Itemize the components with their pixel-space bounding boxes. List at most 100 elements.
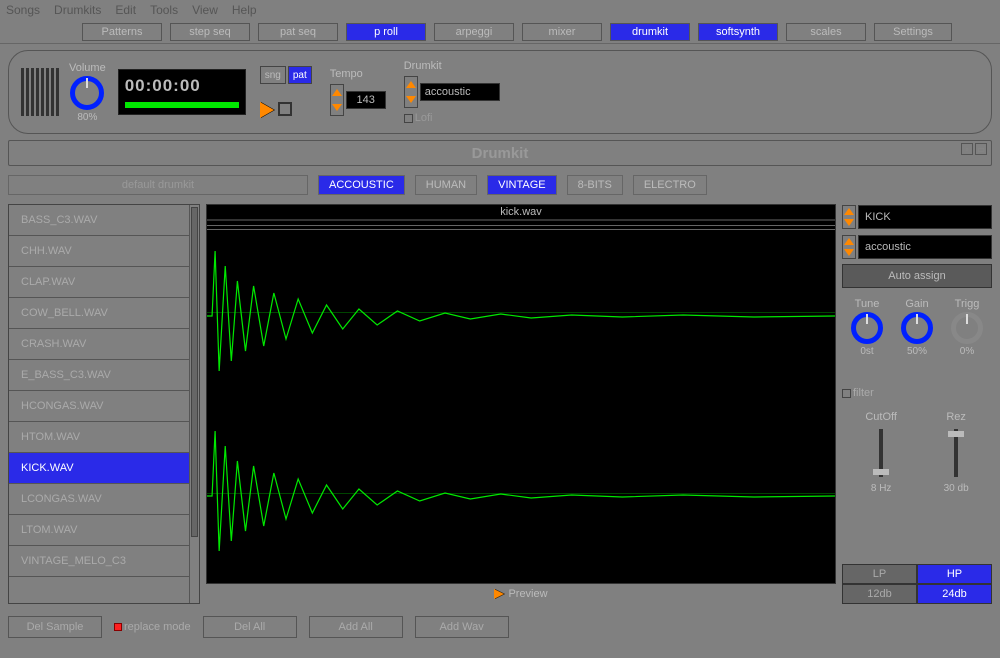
list-item[interactable]: VINTAGE_MELO_C3	[9, 546, 199, 577]
list-item[interactable]: CRASH.WAV	[9, 329, 199, 360]
maximize-icon[interactable]: ▭	[975, 143, 987, 155]
slot-spinner[interactable]	[842, 205, 856, 229]
list-item[interactable]: HTOM.WAV	[9, 422, 199, 453]
tab-stepseq[interactable]: step seq	[170, 23, 250, 41]
tempo-value[interactable]: 143	[346, 91, 386, 109]
volume-label: Volume	[69, 62, 106, 74]
minimize-icon[interactable]: ▫	[961, 143, 973, 155]
lofi-label: Lofi	[415, 112, 433, 124]
transport-panel: Volume 80% 00:00:00 sng pat Tempo 143 Dr…	[8, 50, 992, 134]
tab-patseq[interactable]: pat seq	[258, 23, 338, 41]
panel-title-text: Drumkit	[472, 145, 529, 162]
sng-button[interactable]: sng	[260, 66, 286, 84]
tune-label: Tune	[855, 298, 880, 310]
filter-12db-button[interactable]: 12db	[842, 584, 917, 604]
preview-button[interactable]: Preview	[206, 584, 836, 604]
trigg-knob[interactable]	[951, 312, 983, 344]
category-vintage[interactable]: VINTAGE	[487, 175, 556, 195]
gain-value: 50%	[907, 346, 927, 357]
chevron-up-icon	[844, 208, 854, 215]
cutoff-slider[interactable]	[879, 429, 883, 477]
filter-lp-button[interactable]: LP	[842, 564, 917, 584]
category-human[interactable]: HUMAN	[415, 175, 477, 195]
bottom-toolbar: Del Sample replace mode Del All Add All …	[8, 612, 992, 642]
category-8bits[interactable]: 8-BITS	[567, 175, 623, 195]
waveform-column: kick.wav Preview	[206, 204, 836, 604]
stop-icon	[278, 102, 292, 116]
list-item[interactable]: LCONGAS.WAV	[9, 484, 199, 515]
tab-drumkit[interactable]: drumkit	[610, 23, 690, 41]
filter-24db-button[interactable]: 24db	[917, 584, 992, 604]
menu-drumkits[interactable]: Drumkits	[54, 3, 101, 17]
tab-mixer[interactable]: mixer	[522, 23, 602, 41]
menu-bar: Songs Drumkits Edit Tools View Help	[0, 0, 1000, 20]
slot-field[interactable]: KICK	[858, 205, 992, 229]
chevron-down-icon	[844, 249, 854, 256]
list-item[interactable]: COW_BELL.WAV	[9, 298, 199, 329]
list-item[interactable]: HCONGAS.WAV	[9, 391, 199, 422]
play-icon	[494, 589, 504, 599]
list-item[interactable]: CLAP.WAV	[9, 267, 199, 298]
level-meter	[21, 68, 59, 116]
add-wav-button[interactable]: Add Wav	[415, 616, 509, 638]
lofi-checkbox[interactable]: Lofi	[404, 112, 433, 124]
tab-scales[interactable]: scales	[786, 23, 866, 41]
pat-button[interactable]: pat	[288, 66, 312, 84]
tab-settings[interactable]: Settings	[874, 23, 952, 41]
list-item[interactable]: BASS_C3.WAV	[9, 205, 199, 236]
waveform-display[interactable]	[206, 220, 836, 584]
list-item[interactable]: E_BASS_C3.WAV	[9, 360, 199, 391]
default-drumkit-field[interactable]: default drumkit	[8, 175, 308, 195]
chevron-up-icon	[844, 238, 854, 245]
gain-label: Gain	[905, 298, 928, 310]
kit-field[interactable]: accoustic	[858, 235, 992, 259]
chevron-up-icon	[406, 81, 416, 88]
tempo-spinner[interactable]	[330, 84, 344, 116]
progress-bar[interactable]	[125, 102, 239, 108]
chevron-down-icon	[844, 219, 854, 226]
category-accoustic[interactable]: ACCOUSTIC	[318, 175, 405, 195]
filter-hp-button[interactable]: HP	[917, 564, 992, 584]
scrollbar[interactable]	[189, 205, 199, 603]
replace-mode-checkbox[interactable]: replace mode	[114, 621, 191, 633]
rez-value: 30 db	[944, 483, 969, 494]
filter-checkbox[interactable]: filter	[842, 387, 992, 399]
tab-patterns[interactable]: Patterns	[82, 23, 162, 41]
rez-slider[interactable]	[954, 429, 958, 477]
replace-mode-label: replace mode	[124, 621, 191, 633]
chevron-down-icon	[406, 96, 416, 103]
menu-songs[interactable]: Songs	[6, 3, 40, 17]
tune-knob[interactable]	[851, 312, 883, 344]
tempo-label: Tempo	[330, 68, 363, 80]
del-sample-button[interactable]: Del Sample	[8, 616, 102, 638]
menu-view[interactable]: View	[192, 3, 218, 17]
gain-knob[interactable]	[901, 312, 933, 344]
category-electro[interactable]: ELECTRO	[633, 175, 707, 195]
auto-assign-button[interactable]: Auto assign	[842, 264, 992, 288]
play-button[interactable]	[260, 102, 274, 118]
play-icon	[260, 102, 274, 118]
del-all-button[interactable]: Del All	[203, 616, 297, 638]
list-item[interactable]: LTOM.WAV	[9, 515, 199, 546]
menu-tools[interactable]: Tools	[150, 3, 178, 17]
add-all-button[interactable]: Add All	[309, 616, 403, 638]
panel-titlebar: Drumkit ▫ ▭	[8, 140, 992, 166]
drumkit-spinner[interactable]	[404, 76, 418, 108]
time-value: 00:00:00	[125, 76, 239, 96]
menu-help[interactable]: Help	[232, 3, 257, 17]
volume-knob[interactable]	[70, 76, 104, 110]
menu-edit[interactable]: Edit	[115, 3, 136, 17]
tab-proll[interactable]: p roll	[346, 23, 426, 41]
kit-category-row: default drumkit ACCOUSTIC HUMAN VINTAGE …	[8, 170, 992, 200]
tab-softsynth[interactable]: softsynth	[698, 23, 778, 41]
volume-value: 80%	[77, 112, 97, 123]
chevron-down-icon	[332, 104, 342, 111]
tab-arpeggi[interactable]: arpeggi	[434, 23, 514, 41]
wave-filename: kick.wav	[206, 204, 836, 220]
drumkit-field[interactable]: accoustic	[420, 83, 500, 101]
stop-button[interactable]	[278, 102, 292, 118]
list-item-selected[interactable]: KICK.WAV	[9, 453, 199, 484]
list-item[interactable]: CHH.WAV	[9, 236, 199, 267]
kit-spinner[interactable]	[842, 235, 856, 259]
scroll-thumb[interactable]	[191, 207, 198, 537]
